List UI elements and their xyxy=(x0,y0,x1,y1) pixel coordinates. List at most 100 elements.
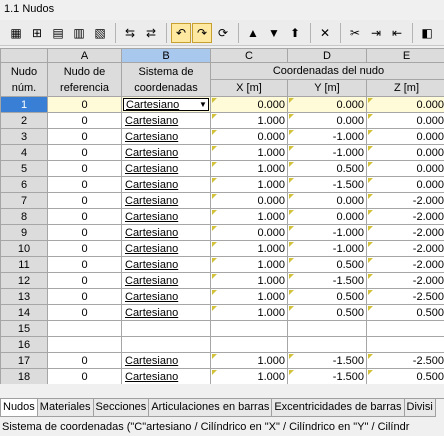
tab-secciones[interactable]: Secciones xyxy=(92,399,150,417)
coordinate-y-cell[interactable]: 0.000 xyxy=(287,112,367,129)
coordinate-y-cell[interactable]: -1.000 xyxy=(287,240,367,257)
coordinate-z-cell[interactable]: 0.000 xyxy=(366,112,444,129)
remove-col-icon[interactable]: ⇤ xyxy=(387,23,407,43)
move-up-icon[interactable]: ▲ xyxy=(243,23,263,43)
coordinate-x-cell[interactable]: 1.000 xyxy=(210,272,288,289)
coordinate-system-cell[interactable]: Cartesiano xyxy=(121,176,211,193)
coordinate-x-cell[interactable]: 1.000 xyxy=(210,160,288,177)
import-icon[interactable]: ⇄ xyxy=(141,23,161,43)
coordinate-y-cell[interactable]: -1.500 xyxy=(287,272,367,289)
coordinate-system-cell[interactable] xyxy=(121,320,211,337)
coordinate-system-cell[interactable] xyxy=(121,336,211,353)
coordinate-x-cell[interactable]: 1.000 xyxy=(210,352,288,369)
coordinate-system-cell[interactable]: Cartesiano ▼ xyxy=(121,96,211,113)
coordinate-y-cell[interactable] xyxy=(287,336,367,353)
coordinate-system-cell[interactable]: Cartesiano xyxy=(121,256,211,273)
coordinate-x-cell[interactable]: 1.000 xyxy=(210,240,288,257)
row-number[interactable]: 16 xyxy=(0,336,48,353)
coordinate-x-cell[interactable]: 1.000 xyxy=(210,288,288,305)
cut-row-icon[interactable]: ✂ xyxy=(345,23,365,43)
row-number[interactable]: 12 xyxy=(0,272,48,289)
row-number[interactable]: 11 xyxy=(0,256,48,273)
row-number[interactable]: 14 xyxy=(0,304,48,321)
coordinate-x-cell[interactable]: 1.000 xyxy=(210,144,288,161)
coordinate-system-cell[interactable]: Cartesiano xyxy=(121,112,211,129)
row-number[interactable]: 5 xyxy=(0,160,48,177)
redo-icon[interactable]: ↷ xyxy=(192,22,212,43)
reference-node-cell[interactable]: 0 xyxy=(47,352,122,369)
coordinate-y-cell[interactable]: -1.000 xyxy=(287,144,367,161)
coordinate-y-cell[interactable]: 0.500 xyxy=(287,304,367,321)
reference-node-cell[interactable]: 0 xyxy=(47,208,122,225)
coordinate-z-cell[interactable] xyxy=(366,320,444,337)
coordinate-system-cell[interactable]: Cartesiano xyxy=(121,272,211,289)
horizontal-scrollbar[interactable] xyxy=(0,384,444,398)
coordinate-x-cell[interactable]: 0.000 xyxy=(210,128,288,145)
row-number[interactable]: 17 xyxy=(0,352,48,369)
coordinate-x-cell[interactable]: 1.000 xyxy=(210,112,288,129)
coordinate-system-cell[interactable]: Cartesiano xyxy=(121,224,211,241)
insert-col-icon[interactable]: ⇥ xyxy=(366,23,386,43)
table-icon[interactable]: ▤ xyxy=(48,23,68,43)
coordinate-y-cell[interactable]: 0.500 xyxy=(287,160,367,177)
move-down-icon[interactable]: ▼ xyxy=(264,23,284,43)
coordinate-system-cell[interactable]: Cartesiano xyxy=(121,304,211,321)
row-number[interactable]: 9 xyxy=(0,224,48,241)
coordinate-z-cell[interactable]: -2.500 xyxy=(366,352,444,369)
coordinate-y-cell[interactable]: -1.500 xyxy=(287,368,367,384)
coordinate-system-dropdown[interactable]: Cartesiano ▼ xyxy=(123,98,209,111)
coordinate-y-cell[interactable]: -1.500 xyxy=(287,176,367,193)
coordinate-system-cell[interactable]: Cartesiano xyxy=(121,368,211,384)
row-number[interactable]: 18 xyxy=(0,368,48,384)
tab-excentricidades-de-barras[interactable]: Excentricidades de barras xyxy=(271,399,405,417)
coordinate-y-cell[interactable]: 0.500 xyxy=(287,256,367,273)
coordinate-z-cell[interactable]: -2.000 xyxy=(366,240,444,257)
coordinate-x-cell[interactable]: 0.000 xyxy=(210,192,288,209)
excel-export-icon[interactable]: ▦ xyxy=(6,23,26,43)
tab-nudos[interactable]: Nudos xyxy=(0,399,38,417)
view-icon[interactable]: ◧ xyxy=(417,23,437,43)
row-number[interactable]: 3 xyxy=(0,128,48,145)
row-number[interactable]: 10 xyxy=(0,240,48,257)
coordinate-y-cell[interactable] xyxy=(287,320,367,337)
tab-articulaciones-en-barras[interactable]: Articulaciones en barras xyxy=(148,399,273,417)
coordinate-x-cell[interactable]: 1.000 xyxy=(210,176,288,193)
undo-icon[interactable]: ↶ xyxy=(171,22,191,43)
coordinate-z-cell[interactable]: -2.000 xyxy=(366,272,444,289)
reference-node-cell[interactable] xyxy=(47,336,122,353)
coordinate-z-cell[interactable]: 0.000 xyxy=(366,176,444,193)
refresh-icon[interactable]: ⟳ xyxy=(213,23,233,43)
column-letter-b[interactable]: B xyxy=(121,48,211,63)
row-number[interactable]: 1 xyxy=(0,96,48,113)
row-number[interactable]: 6 xyxy=(0,176,48,193)
reference-node-cell[interactable]: 0 xyxy=(47,96,122,113)
reference-node-cell[interactable]: 0 xyxy=(47,368,122,384)
coordinate-y-cell[interactable]: 0.000 xyxy=(287,96,367,113)
coordinate-x-cell[interactable]: 0.000 xyxy=(210,96,288,113)
row-number[interactable]: 7 xyxy=(0,192,48,209)
row-number[interactable]: 4 xyxy=(0,144,48,161)
reference-node-cell[interactable] xyxy=(47,320,122,337)
coordinate-system-cell[interactable]: Cartesiano xyxy=(121,208,211,225)
coordinate-y-cell[interactable]: 0.000 xyxy=(287,208,367,225)
coordinate-z-cell[interactable]: 0.500 xyxy=(366,368,444,384)
tab-materiales[interactable]: Materiales xyxy=(36,399,94,417)
coordinate-z-cell[interactable]: 0.500 xyxy=(366,304,444,321)
filter-icon[interactable]: ▥ xyxy=(69,23,89,43)
coordinate-z-cell[interactable]: 0.000 xyxy=(366,96,444,113)
row-number[interactable]: 13 xyxy=(0,288,48,305)
column-letter-a[interactable]: A xyxy=(47,48,122,63)
coordinate-y-cell[interactable]: 0.000 xyxy=(287,192,367,209)
coordinate-z-cell[interactable] xyxy=(366,336,444,353)
grid-icon[interactable]: ▧ xyxy=(90,23,110,43)
coordinate-y-cell[interactable]: -1.000 xyxy=(287,128,367,145)
sort-icon[interactable]: ⬆ xyxy=(285,23,305,43)
coordinate-z-cell[interactable]: 0.000 xyxy=(366,160,444,177)
coordinate-system-cell[interactable]: Cartesiano xyxy=(121,128,211,145)
reference-node-cell[interactable]: 0 xyxy=(47,288,122,305)
reference-node-cell[interactable]: 0 xyxy=(47,160,122,177)
coordinate-z-cell[interactable]: -2.000 xyxy=(366,192,444,209)
row-number[interactable]: 2 xyxy=(0,112,48,129)
reference-node-cell[interactable]: 0 xyxy=(47,304,122,321)
coordinate-y-cell[interactable]: -1.500 xyxy=(287,352,367,369)
